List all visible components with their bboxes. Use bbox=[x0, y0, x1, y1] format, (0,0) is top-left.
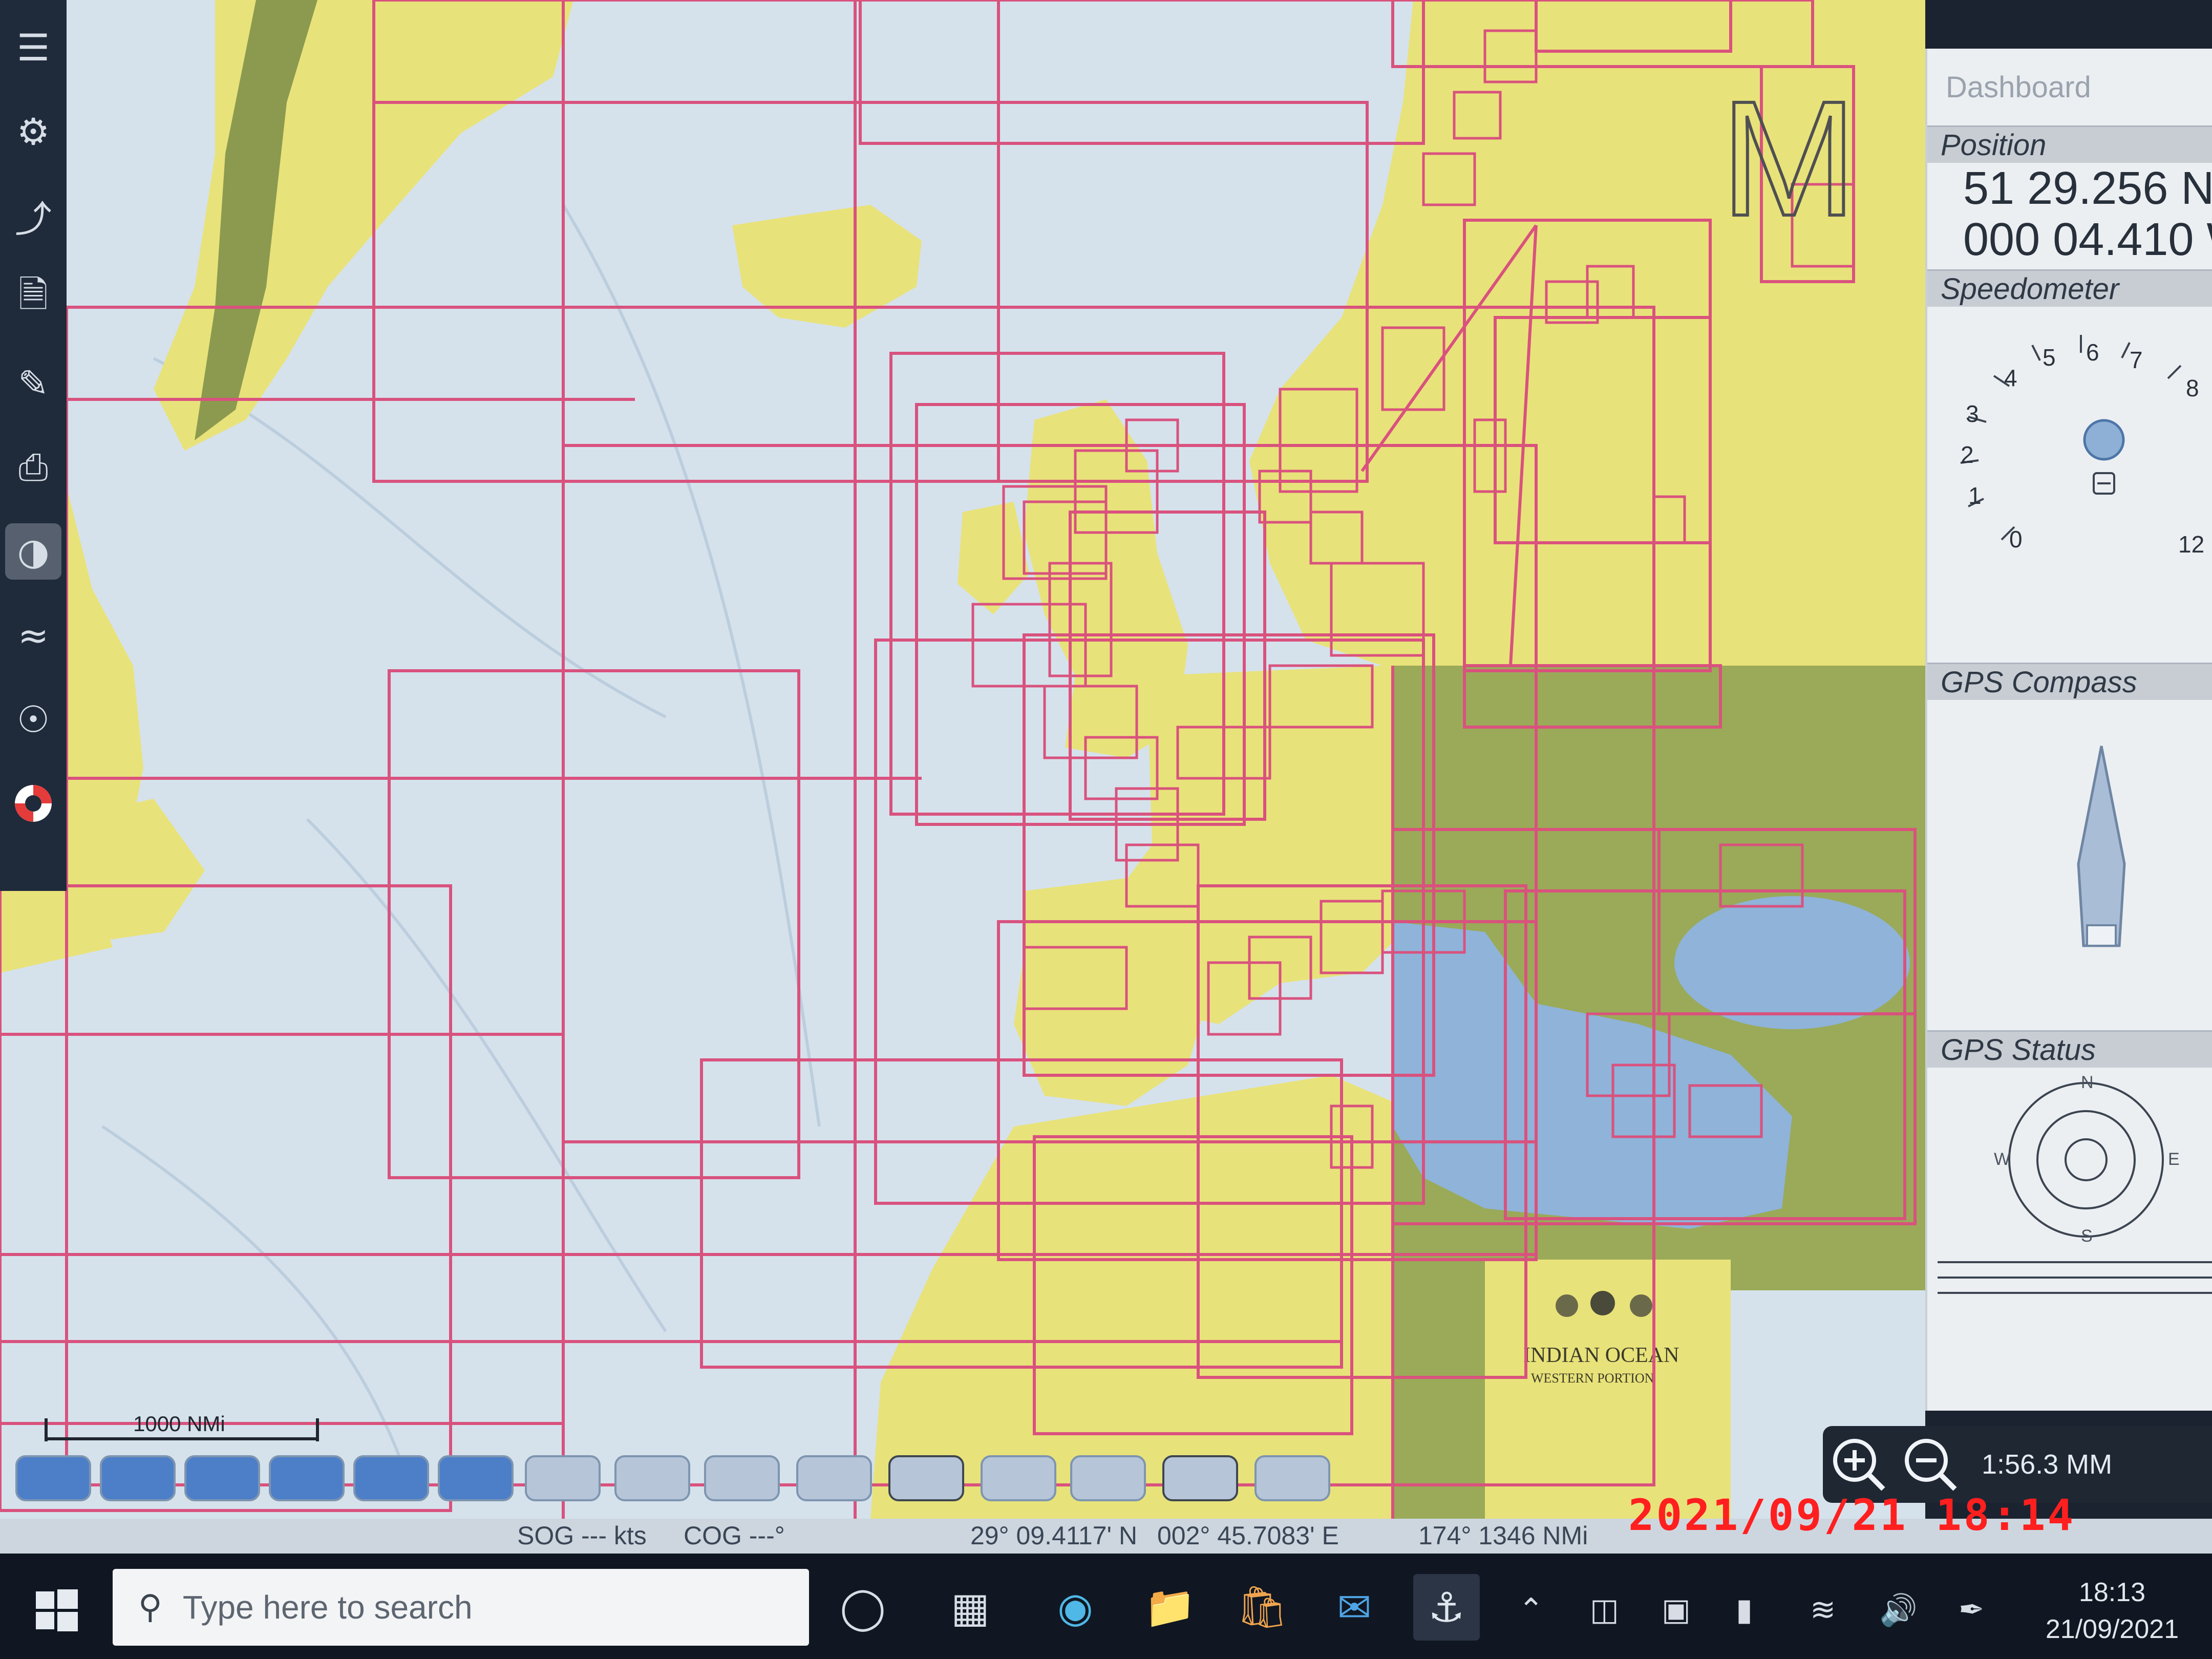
lifebuoy-icon[interactable] bbox=[5, 775, 61, 832]
inset-title: INDIAN OCEAN bbox=[1523, 1344, 1679, 1367]
cursor-latitude: 29° 09.4117' N bbox=[970, 1521, 1138, 1550]
printer-icon[interactable]: ⎙ bbox=[5, 439, 61, 496]
speedometer-gauge: 0 1 2 3 4 5 6 7 8 12 bbox=[1960, 335, 2204, 558]
brand-watermark: M bbox=[1720, 67, 1857, 250]
cortana-icon[interactable]: ◯ bbox=[830, 1574, 896, 1641]
left-toolbar: ☰ ⚙ ⤴ 🗎 ✎ ⎙ ◑ ≈ ☉ bbox=[0, 0, 67, 891]
speed-tick-3: 3 bbox=[1966, 400, 1979, 427]
position-longitude: 000 04.410 W bbox=[1963, 214, 2212, 265]
black-sea bbox=[1674, 896, 1910, 1029]
speed-tick-12: 12 bbox=[2178, 531, 2204, 558]
gps-compass-header: GPS Compass bbox=[1927, 663, 2212, 700]
windows-logo-icon bbox=[36, 1589, 78, 1631]
cog-readout: COG ---° bbox=[684, 1521, 785, 1550]
pen-workspace-icon[interactable]: ✒ bbox=[1959, 1592, 1984, 1628]
bearing-distance-readout: 174° 1346 NMi bbox=[1418, 1521, 1588, 1550]
taskbar-search-input[interactable]: ⚲ Type here to search bbox=[113, 1569, 809, 1646]
chart-tray-chip[interactable] bbox=[888, 1455, 964, 1501]
gps-sky-plot: N E S W bbox=[1938, 1073, 2212, 1294]
inset-subtitle: WESTERN PORTION bbox=[1531, 1371, 1654, 1386]
chart-tray-chip[interactable] bbox=[525, 1455, 601, 1501]
screen: INDIAN OCEAN WESTERN PORTION 1000 NMi M … bbox=[0, 0, 2212, 1659]
battery-icon[interactable]: ▮ bbox=[1736, 1592, 1753, 1628]
document-icon[interactable]: 🗎 bbox=[5, 271, 61, 328]
cursor-longitude: 002° 45.7083' E bbox=[1157, 1521, 1339, 1550]
speedometer-header: Speedometer bbox=[1927, 269, 2212, 307]
chart-layers-icon[interactable]: ◑ bbox=[5, 523, 61, 580]
chart-tray-chip[interactable] bbox=[614, 1455, 690, 1501]
phone-link-icon[interactable]: ◫ bbox=[1590, 1592, 1619, 1628]
speed-tick-5: 5 bbox=[2043, 344, 2056, 371]
speed-tick-2: 2 bbox=[1961, 441, 1974, 468]
chart-tray-chip[interactable] bbox=[1254, 1455, 1330, 1501]
chart-map[interactable]: INDIAN OCEAN WESTERN PORTION 1000 NMi M bbox=[0, 0, 1925, 1519]
volume-icon[interactable]: 🔊 bbox=[1879, 1592, 1918, 1628]
chart-tray-chip[interactable] bbox=[981, 1455, 1056, 1501]
gps-east-label: E bbox=[2168, 1150, 2180, 1169]
speed-tick-4: 4 bbox=[2004, 365, 2017, 391]
wifi-icon[interactable]: ≋ bbox=[1810, 1592, 1836, 1628]
gps-south-label: S bbox=[2081, 1226, 2093, 1246]
chart-tray-chip[interactable] bbox=[1162, 1455, 1238, 1501]
navigation-app-icon[interactable]: ⚓ bbox=[1413, 1574, 1480, 1641]
chart-tray-chip[interactable] bbox=[269, 1455, 345, 1501]
speed-tick-6: 6 bbox=[2086, 339, 2099, 366]
scale-bar-label: 1000 NMi bbox=[133, 1412, 225, 1436]
taskbar: ⚲ Type here to search ◯ ▦ ◉ 📁 🛍 ✉ ⚓ ⌃ ◫ … bbox=[0, 1554, 2212, 1659]
search-icon: ⚲ bbox=[138, 1588, 162, 1626]
gps-status-panel: GPS Status N E S W bbox=[1927, 1030, 2212, 1306]
windows-start-button[interactable] bbox=[31, 1584, 82, 1635]
taskbar-clock[interactable]: 18:13 21/09/2021 bbox=[2025, 1574, 2199, 1648]
chart-tray-chip[interactable] bbox=[184, 1455, 260, 1501]
edge-browser-icon[interactable]: ◉ bbox=[1042, 1574, 1109, 1641]
dashboard-panel: Dashboard Position 51 29.256 N 000 04.41… bbox=[1925, 49, 2212, 1411]
route-icon[interactable]: ⤴ bbox=[5, 187, 61, 244]
mail-icon[interactable]: ✉ bbox=[1321, 1574, 1388, 1641]
position-panel: Position 51 29.256 N 000 04.410 W bbox=[1927, 125, 2212, 265]
task-view-icon[interactable]: ▦ bbox=[937, 1574, 1004, 1641]
menu-icon[interactable]: ☰ bbox=[5, 19, 61, 76]
search-placeholder: Type here to search bbox=[182, 1589, 473, 1626]
gear-icon[interactable]: ⚙ bbox=[5, 103, 61, 160]
clock-time: 18:13 bbox=[2078, 1578, 2146, 1607]
chart-tray-chip[interactable] bbox=[438, 1455, 514, 1501]
lifebuoy-svg bbox=[15, 785, 52, 822]
pen-icon[interactable]: ✎ bbox=[5, 355, 61, 412]
clock-date: 21/09/2021 bbox=[2045, 1614, 2179, 1644]
speed-tick-0: 0 bbox=[2009, 526, 2023, 552]
speed-tick-7: 7 bbox=[2130, 347, 2143, 373]
compass-arrow-icon bbox=[2077, 746, 2126, 947]
chart-tray-chip[interactable] bbox=[353, 1455, 429, 1501]
gps-compass-panel: GPS Compass bbox=[1927, 663, 2212, 1061]
file-explorer-icon[interactable]: 📁 bbox=[1137, 1574, 1203, 1641]
chart-tray-chip[interactable] bbox=[100, 1455, 176, 1501]
tides-icon[interactable]: ≈ bbox=[5, 607, 61, 664]
store-icon[interactable]: 🛍 bbox=[1229, 1574, 1295, 1641]
meet-now-icon[interactable]: ▣ bbox=[1662, 1592, 1691, 1628]
camera-timestamp: 2021/09/21 18:14 bbox=[1628, 1490, 2076, 1540]
chart-tray-chip[interactable] bbox=[15, 1455, 91, 1501]
show-hidden-icons-icon[interactable]: ⌃ bbox=[1518, 1592, 1544, 1628]
chart-tray-chip[interactable] bbox=[796, 1455, 872, 1501]
gps-north-label: N bbox=[2081, 1073, 2094, 1092]
chart-tray-chip[interactable] bbox=[1070, 1455, 1146, 1501]
speedometer-panel: Speedometer 0 1 2 3 4 5 6 7 8 12 bbox=[1927, 269, 2212, 663]
wind-icon[interactable]: ☉ bbox=[5, 691, 61, 748]
speedometer-needle-hub bbox=[2083, 419, 2125, 461]
speed-tick-1: 1 bbox=[1968, 482, 1982, 509]
gps-status-header: GPS Status bbox=[1927, 1030, 2212, 1068]
chart-tray-chip[interactable] bbox=[704, 1455, 780, 1501]
position-header: Position bbox=[1927, 125, 2212, 163]
gps-west-label: W bbox=[1994, 1150, 2010, 1169]
position-latitude: 51 29.256 N bbox=[1963, 163, 2212, 214]
dashboard-title: Dashboard bbox=[1946, 70, 2091, 104]
sog-readout: SOG --- kts bbox=[517, 1521, 647, 1550]
speed-tick-8: 8 bbox=[2186, 375, 2199, 401]
